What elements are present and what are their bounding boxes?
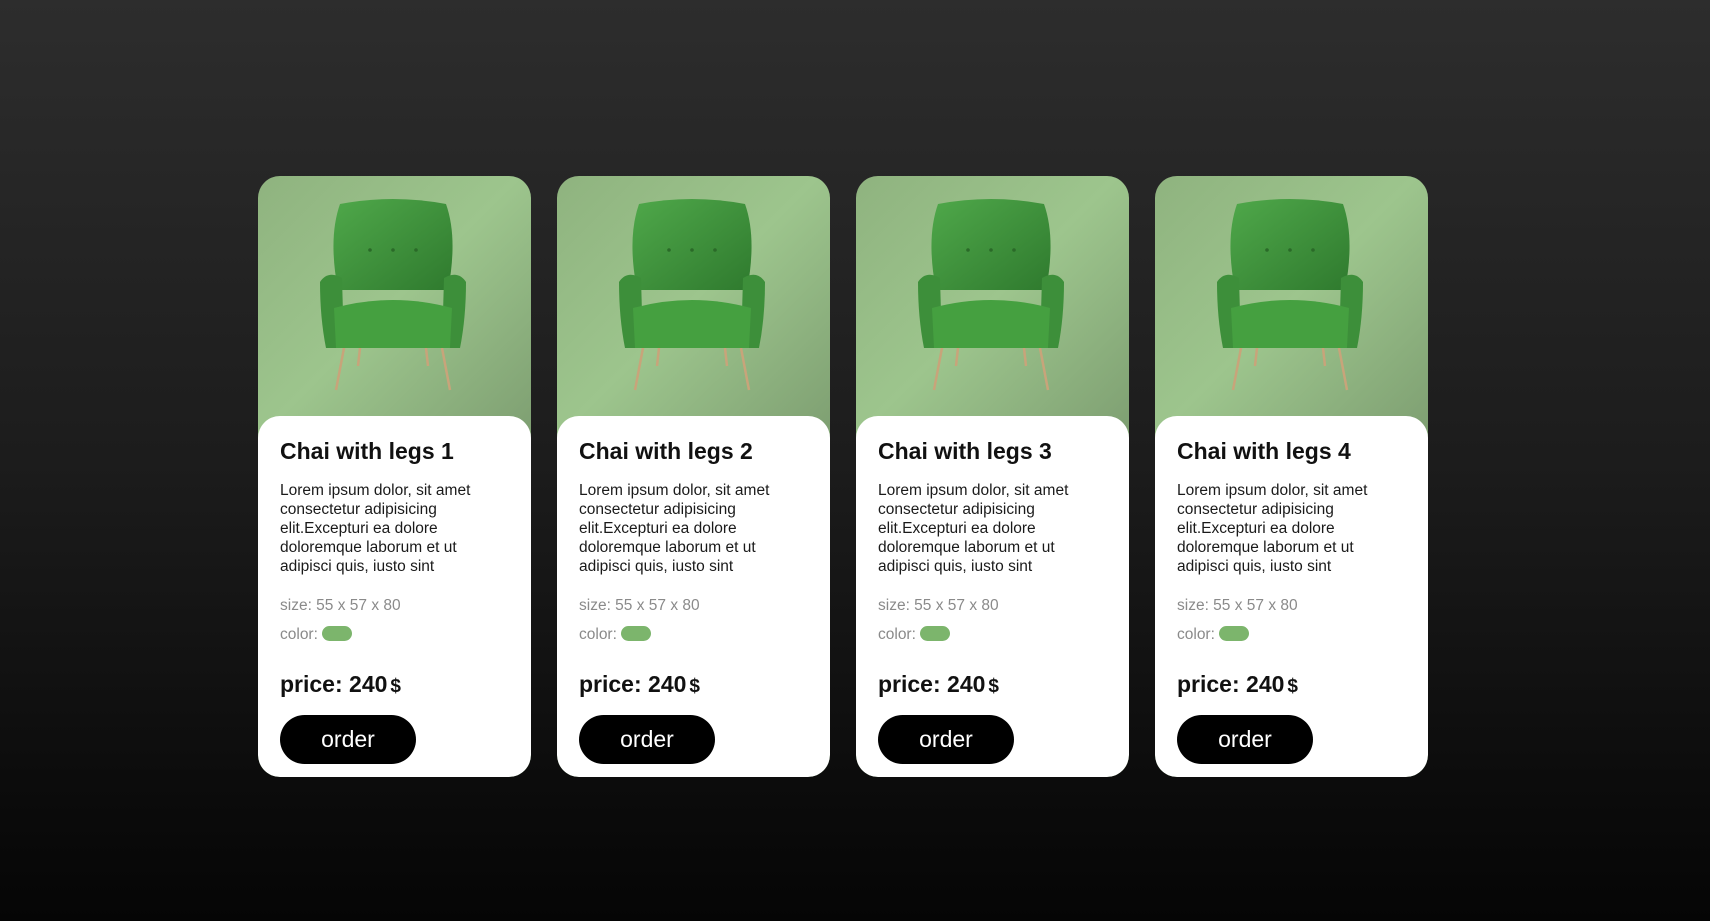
product-color: color: <box>579 625 808 645</box>
product-image <box>258 176 531 426</box>
product-image <box>856 176 1129 426</box>
price-value: price: 240 <box>878 671 986 697</box>
currency-symbol: $ <box>689 676 700 697</box>
product-price: price: 240 $ <box>878 669 1107 702</box>
product-title: Chai with legs 3 <box>878 438 1052 464</box>
product-description: Lorem ipsum dolor, sit amet consectetur … <box>579 482 770 575</box>
product-card: Chai with legs 4 Lorem ipsum dolor, sit … <box>1155 176 1428 777</box>
product-color: color: <box>280 625 509 645</box>
product-card-body: Chai with legs 1 Lorem ipsum dolor, sit … <box>258 416 531 777</box>
product-price: price: 240 $ <box>1177 669 1406 702</box>
product-description: Lorem ipsum dolor, sit amet consectetur … <box>878 482 1069 575</box>
currency-symbol: $ <box>390 676 401 697</box>
price-value: price: 240 <box>1177 671 1285 697</box>
order-button[interactable]: order <box>1177 715 1313 764</box>
product-size: size: 55 x 57 x 80 <box>878 597 999 614</box>
product-card-body: Chai with legs 3 Lorem ipsum dolor, sit … <box>856 416 1129 777</box>
green-armchair-image <box>1217 199 1363 391</box>
color-swatch[interactable] <box>321 625 352 641</box>
product-title: Chai with legs 1 <box>280 438 454 464</box>
product-card-body: Chai with legs 2 Lorem ipsum dolor, sit … <box>557 416 830 777</box>
order-button[interactable]: order <box>878 715 1014 764</box>
green-armchair-image <box>918 199 1064 391</box>
product-description: Lorem ipsum dolor, sit amet consectetur … <box>1177 482 1368 575</box>
product-color: color: <box>1177 625 1406 645</box>
green-armchair-image <box>320 199 466 391</box>
product-image <box>557 176 830 426</box>
order-button[interactable]: order <box>579 715 715 764</box>
price-value: price: 240 <box>579 671 687 697</box>
currency-symbol: $ <box>1287 676 1298 697</box>
order-button[interactable]: order <box>280 715 416 764</box>
product-title: Chai with legs 2 <box>579 438 753 464</box>
color-label: color: <box>1177 626 1215 643</box>
color-swatch[interactable] <box>620 625 651 641</box>
color-label: color: <box>280 626 318 643</box>
product-card: Chai with legs 2 Lorem ipsum dolor, sit … <box>557 176 830 777</box>
product-card: Chai with legs 1 Lorem ipsum dolor, sit … <box>258 176 531 777</box>
price-value: price: 240 <box>280 671 388 697</box>
product-color: color: <box>878 625 1107 645</box>
product-title: Chai with legs 4 <box>1177 438 1351 464</box>
product-cards-row: Chai with legs 1 Lorem ipsum dolor, sit … <box>258 176 1428 777</box>
green-armchair-image <box>619 199 765 391</box>
product-card-body: Chai with legs 4 Lorem ipsum dolor, sit … <box>1155 416 1428 777</box>
product-price: price: 240 $ <box>280 669 509 702</box>
color-label: color: <box>579 626 617 643</box>
product-image <box>1155 176 1428 426</box>
product-price: price: 240 $ <box>579 669 808 702</box>
product-card: Chai with legs 3 Lorem ipsum dolor, sit … <box>856 176 1129 777</box>
color-swatch[interactable] <box>919 625 950 641</box>
product-size: size: 55 x 57 x 80 <box>1177 597 1298 614</box>
color-swatch[interactable] <box>1218 625 1249 641</box>
product-description: Lorem ipsum dolor, sit amet consectetur … <box>280 482 471 575</box>
currency-symbol: $ <box>988 676 999 697</box>
product-size: size: 55 x 57 x 80 <box>579 597 700 614</box>
color-label: color: <box>878 626 916 643</box>
product-size: size: 55 x 57 x 80 <box>280 597 401 614</box>
